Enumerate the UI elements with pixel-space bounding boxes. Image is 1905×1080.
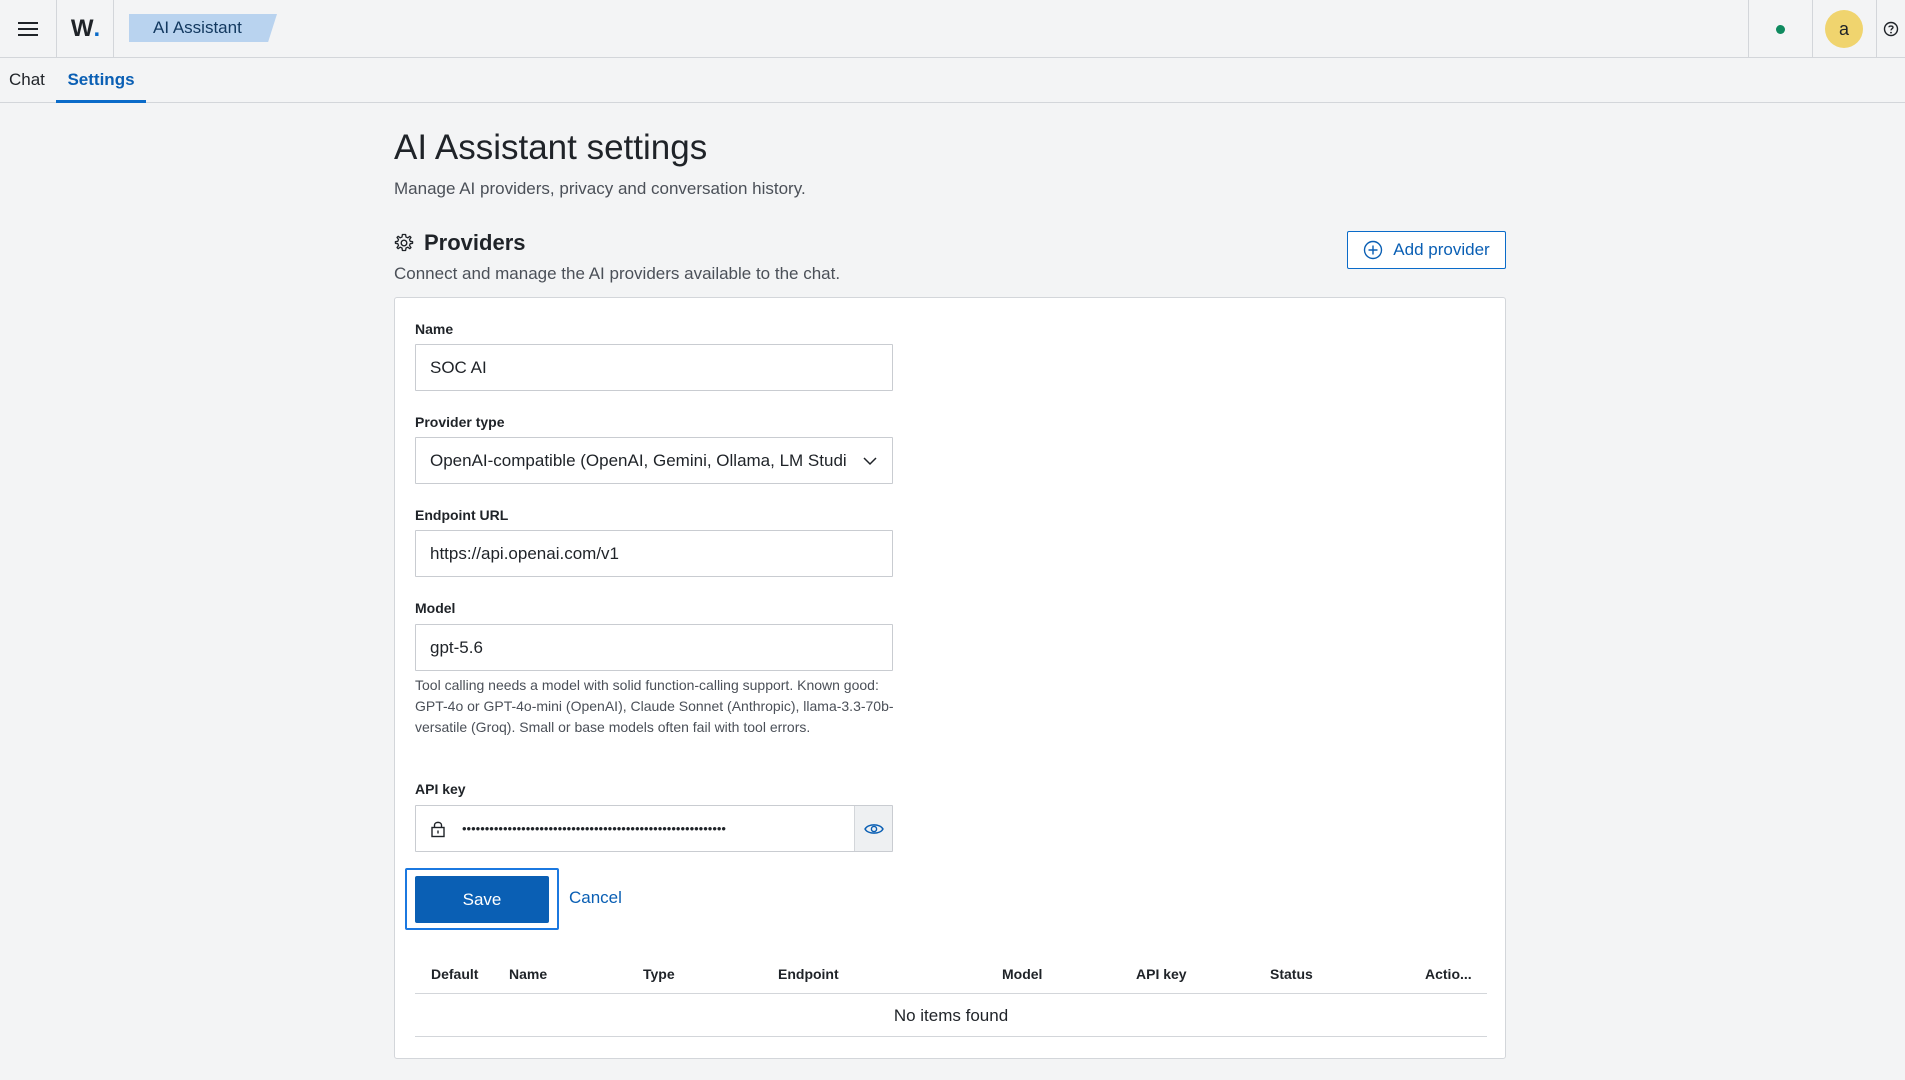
column-type[interactable]: Type (643, 954, 675, 994)
endpoint-url-label: Endpoint URL (415, 507, 509, 523)
page-subtitle: Manage AI providers, privacy and convers… (394, 179, 806, 198)
tab-settings[interactable]: Settings (56, 59, 146, 103)
show-api-key-button[interactable] (854, 806, 892, 851)
avatar[interactable]: a (1825, 10, 1863, 48)
app-logo[interactable]: W. (58, 0, 114, 58)
name-field-box (415, 344, 893, 391)
endpoint-url-input[interactable] (416, 531, 892, 576)
hamburger-menu-icon (18, 22, 38, 36)
column-api-key[interactable]: API key (1136, 954, 1187, 994)
api-key-field-box: ••••••••••••••••••••••••••••••••••••••••… (415, 805, 893, 852)
status-indicator[interactable] (1748, 0, 1811, 58)
table-empty-message: No items found (415, 995, 1487, 1037)
eye-icon (863, 823, 884, 834)
cancel-button[interactable]: Cancel (569, 888, 622, 908)
providers-table-header: Default Name Type Endpoint Model API key… (415, 954, 1487, 994)
plus-circle-icon (1364, 240, 1383, 260)
app-name-badge[interactable]: AI Assistant (129, 14, 277, 42)
provider-type-label: Provider type (415, 414, 505, 430)
status-dot-icon (1775, 24, 1785, 34)
lock-icon-wrap (416, 806, 460, 851)
top-bar: W. AI Assistant a (0, 0, 1905, 58)
column-default[interactable]: Default (431, 954, 478, 994)
column-endpoint[interactable]: Endpoint (778, 954, 839, 994)
provider-form-panel: Name Provider type OpenAI-compatible (Op… (394, 297, 1506, 1059)
column-status[interactable]: Status (1270, 954, 1313, 994)
logo-dot: . (93, 15, 101, 42)
endpoint-url-field-box (415, 530, 893, 577)
page-title: AI Assistant settings (394, 128, 708, 167)
chevron-down-icon (863, 457, 877, 466)
add-provider-label: Add provider (1393, 240, 1490, 259)
providers-heading: Providers (394, 230, 526, 256)
model-label: Model (415, 600, 456, 616)
model-input[interactable] (416, 625, 892, 670)
help-button[interactable] (1876, 0, 1905, 58)
name-input[interactable] (416, 345, 892, 390)
provider-type-value: OpenAI-compatible (OpenAI, Gemini, Ollam… (430, 451, 847, 470)
name-label: Name (415, 321, 454, 337)
column-actions[interactable]: Actio... (1425, 954, 1472, 994)
column-name[interactable]: Name (509, 954, 547, 994)
provider-type-select[interactable]: OpenAI-compatible (OpenAI, Gemini, Ollam… (415, 437, 893, 484)
model-help-text: Tool calling needs a model with solid fu… (415, 677, 894, 735)
model-field-box (415, 624, 893, 671)
api-key-label: API key (415, 781, 466, 797)
gear-icon (394, 233, 414, 252)
providers-description: Connect and manage the AI providers avai… (394, 264, 841, 283)
tab-bar: Chat Settings (0, 59, 1905, 103)
help-icon (1883, 21, 1899, 37)
menu-button[interactable] (0, 0, 57, 58)
providers-title: Providers (424, 230, 526, 255)
api-key-input[interactable]: ••••••••••••••••••••••••••••••••••••••••… (462, 806, 838, 851)
tab-chat[interactable]: Chat (9, 59, 45, 103)
user-menu[interactable]: a (1812, 0, 1875, 58)
column-model[interactable]: Model (1002, 954, 1042, 994)
add-provider-button[interactable]: Add provider (1347, 231, 1506, 269)
save-button[interactable]: Save (415, 876, 549, 923)
lock-icon (431, 821, 445, 837)
logo-text: W (70, 15, 94, 42)
